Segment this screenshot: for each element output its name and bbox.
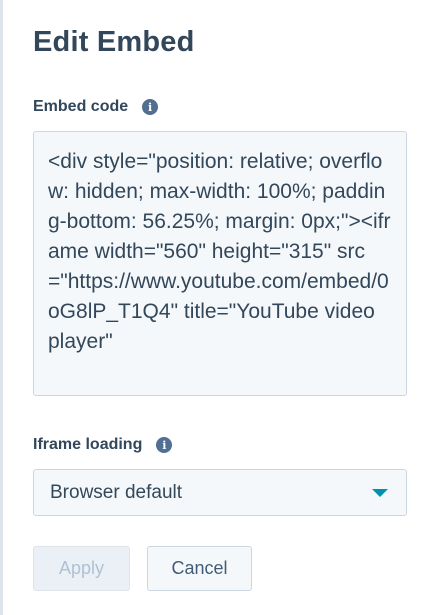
iframe-loading-selected-value: Browser default bbox=[50, 481, 183, 503]
edit-embed-panel: Edit Embed Embed code i Iframe loading i… bbox=[0, 0, 432, 615]
info-icon[interactable]: i bbox=[142, 99, 159, 115]
cancel-button[interactable]: Cancel bbox=[147, 546, 252, 591]
panel-title: Edit Embed bbox=[33, 26, 195, 58]
caret-down-icon bbox=[372, 488, 388, 497]
embed-code-label: Embed code bbox=[33, 98, 129, 115]
apply-button[interactable]: Apply bbox=[33, 546, 130, 591]
iframe-loading-select[interactable]: Browser default bbox=[33, 469, 407, 516]
info-icon[interactable]: i bbox=[156, 437, 173, 453]
embed-code-field-wrapper bbox=[33, 131, 407, 396]
embed-code-label-row: Embed code i bbox=[33, 98, 159, 116]
iframe-loading-label-row: Iframe loading i bbox=[33, 436, 173, 454]
iframe-loading-label: Iframe loading bbox=[33, 436, 143, 453]
embed-code-textarea[interactable] bbox=[34, 132, 406, 395]
